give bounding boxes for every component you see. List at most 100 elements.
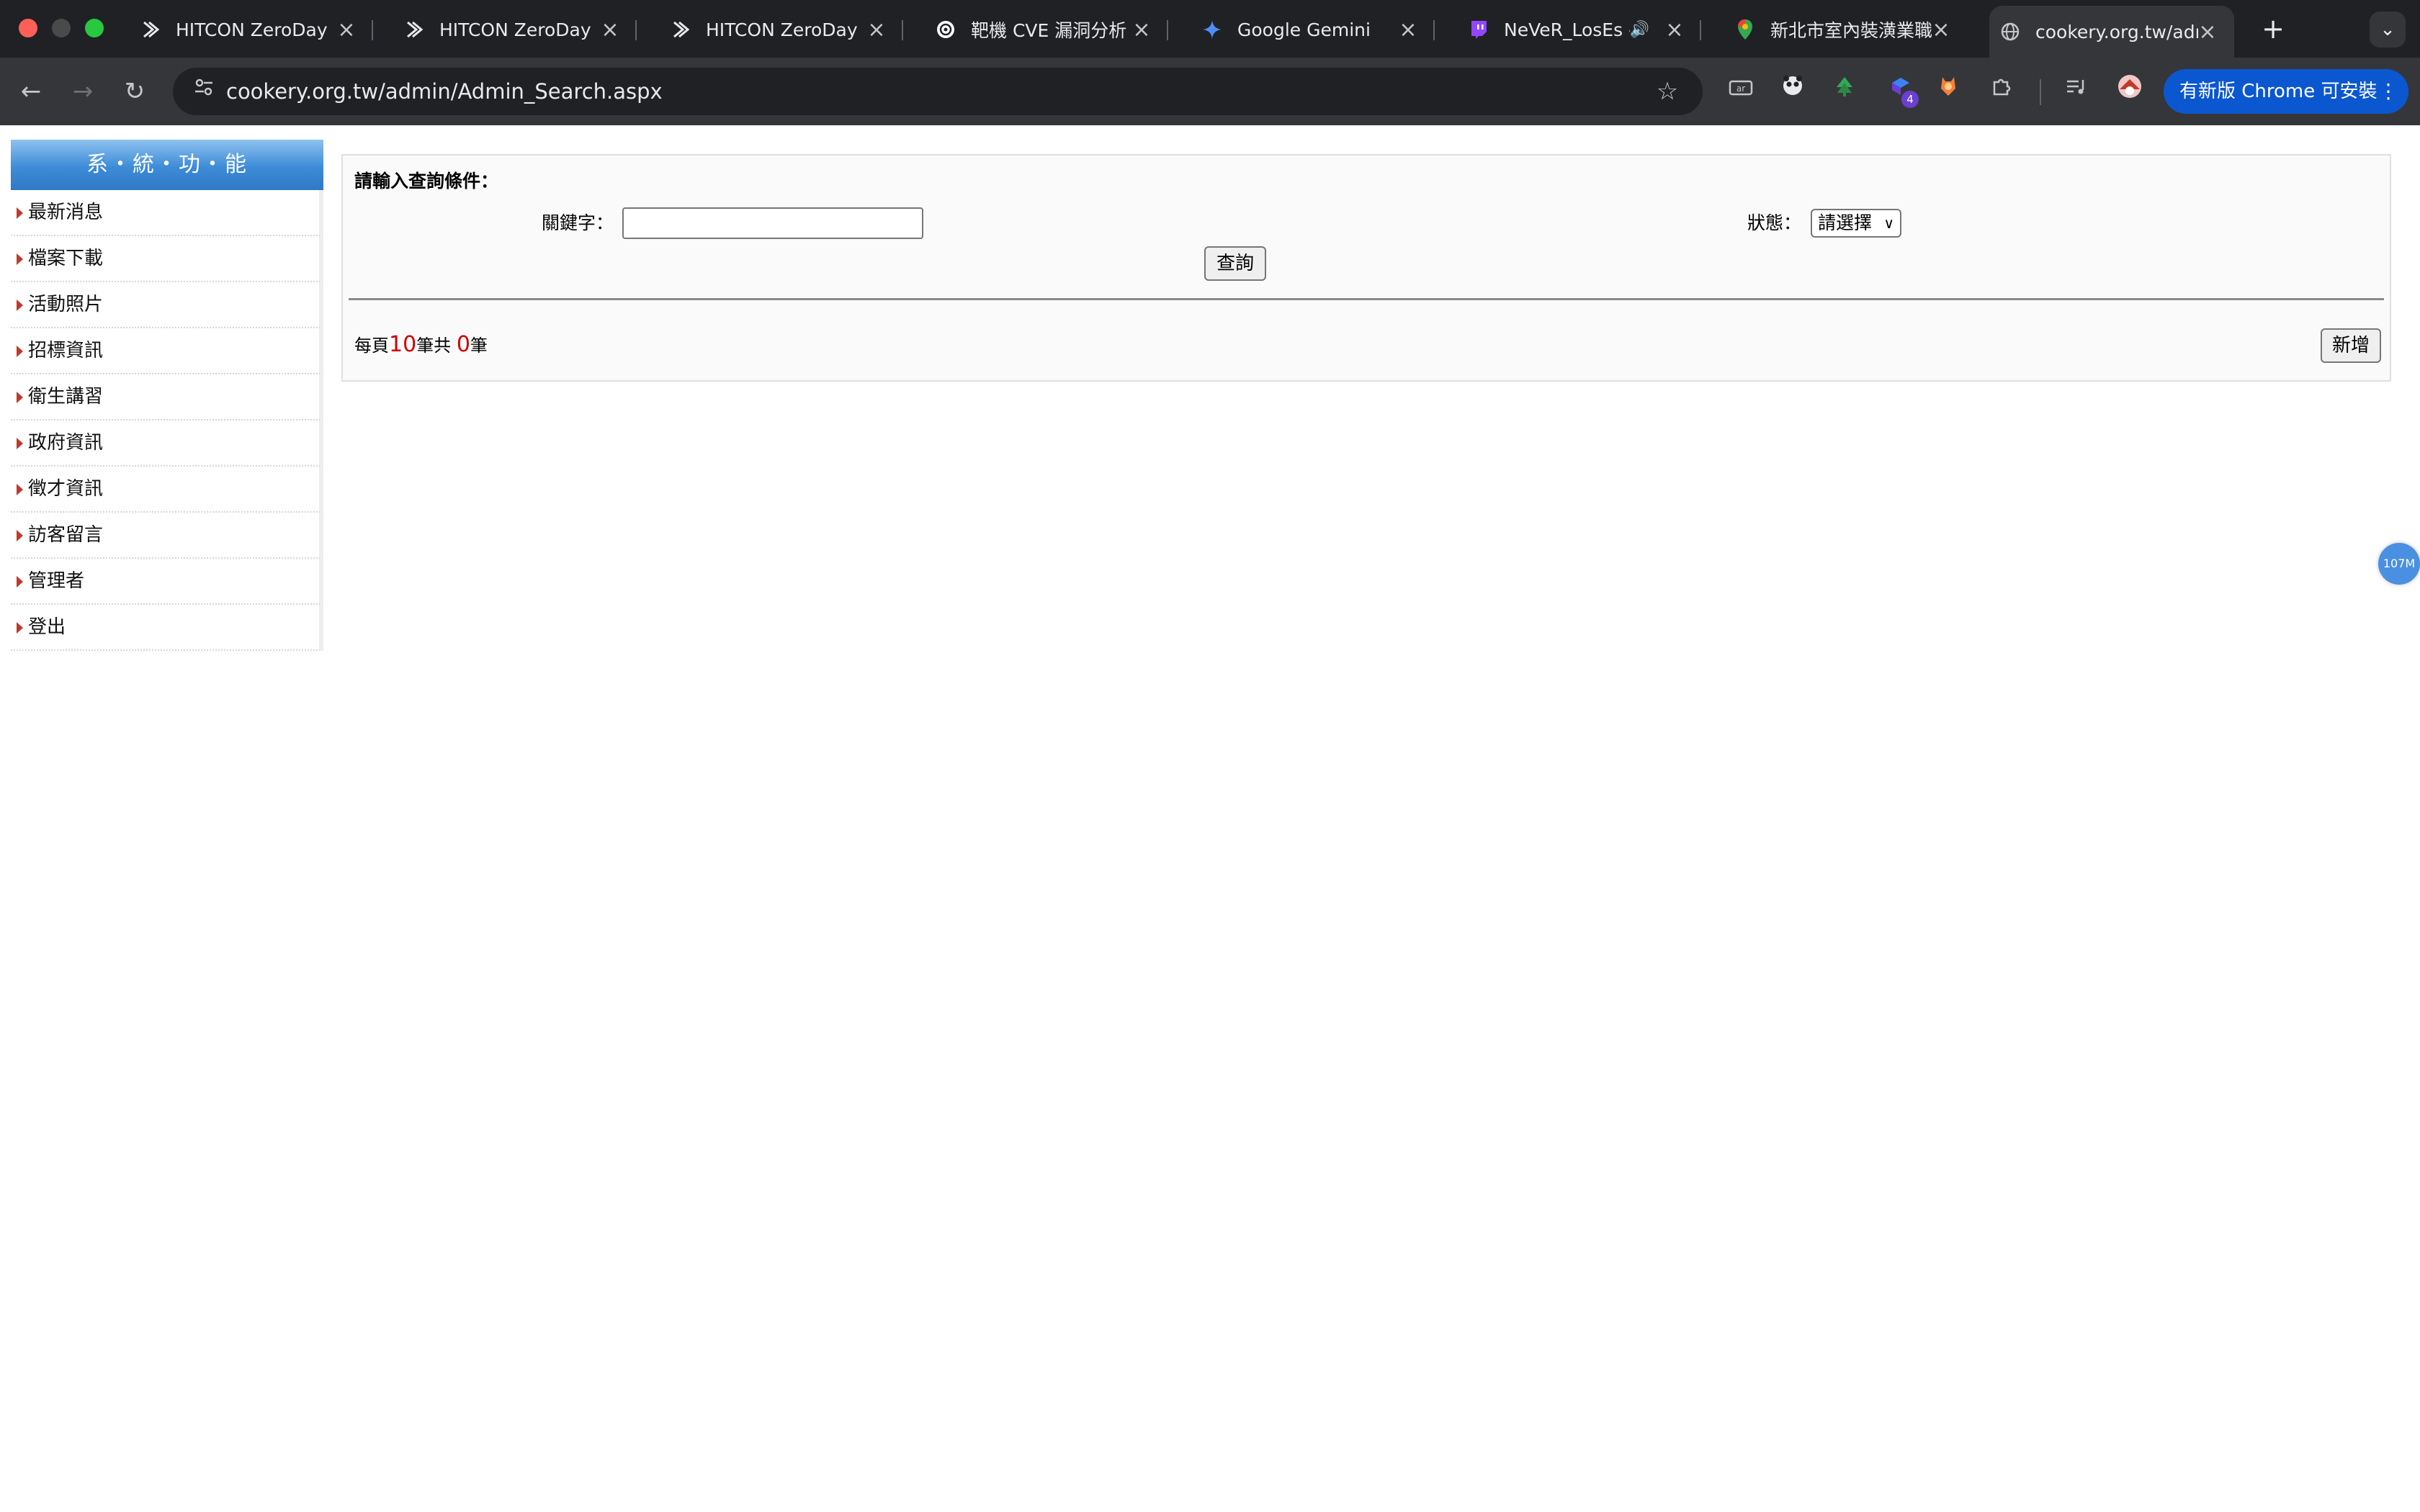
triangle-right-icon bbox=[17, 253, 23, 265]
sidebar-item-label: 徵才資訊 bbox=[28, 478, 104, 500]
tab-title: HITCON ZeroDay bbox=[439, 19, 591, 40]
sidebar-item-government-info[interactable]: 政府資訊 bbox=[11, 420, 323, 467]
new-tab-button[interactable]: + bbox=[2259, 10, 2287, 48]
tab-title: 靶機 CVE 漏洞分析 bbox=[971, 20, 1127, 41]
close-icon[interactable]: × bbox=[2198, 19, 2217, 45]
gemini-icon bbox=[1201, 19, 1223, 40]
sidebar-item-guestbook[interactable]: 訪客留言 bbox=[11, 513, 323, 559]
close-icon[interactable]: × bbox=[1399, 17, 1417, 42]
close-icon[interactable]: × bbox=[1932, 17, 1950, 42]
hitcon-icon bbox=[140, 19, 161, 40]
update-label: 有新版 Chrome 可安裝 bbox=[2179, 81, 2378, 102]
total-suffix: 筆 bbox=[470, 336, 488, 356]
triangle-right-icon bbox=[17, 207, 23, 219]
query-button[interactable]: 查詢 bbox=[1204, 246, 1266, 281]
close-icon[interactable]: × bbox=[337, 17, 356, 42]
sidebar-item-label: 政府資訊 bbox=[28, 432, 104, 454]
extension-fox-icon[interactable] bbox=[1930, 73, 1966, 109]
sidebar-item-recruitment[interactable]: 徵才資訊 bbox=[11, 467, 323, 513]
maps-pin-icon bbox=[1734, 19, 1756, 40]
extension-tree-icon[interactable] bbox=[1827, 73, 1863, 109]
hitcon-icon bbox=[670, 19, 691, 40]
browser-toolbar: ← → ↻ cookery.org.tw/admin/Admin_Search.… bbox=[0, 58, 2420, 125]
tab-title: HITCON ZeroDay bbox=[176, 19, 328, 40]
url-text[interactable]: cookery.org.tw/admin/Admin_Search.aspx bbox=[226, 68, 663, 115]
tab-google-gemini[interactable]: Google Gemini × bbox=[1191, 6, 1435, 53]
speaker-icon[interactable]: 🔊 bbox=[1630, 21, 1649, 39]
close-icon[interactable]: × bbox=[1665, 17, 1684, 42]
extensions-puzzle-icon[interactable] bbox=[1984, 73, 2020, 109]
extension-badge-count: 4 bbox=[1901, 91, 1919, 108]
tab-separator bbox=[372, 20, 373, 40]
search-title: 請輸入查詢條件： bbox=[354, 171, 499, 192]
per-page-prefix: 每頁 bbox=[354, 336, 389, 356]
triangle-right-icon bbox=[17, 530, 23, 541]
total-count: 0 bbox=[456, 332, 470, 357]
floating-memory-badge[interactable]: 107M bbox=[2378, 543, 2420, 585]
keyword-label: 關鍵字： bbox=[542, 212, 614, 233]
tab-new-taipei-decoration[interactable]: 新北市室內裝潢業職 × bbox=[1724, 6, 1968, 53]
triangle-right-icon bbox=[17, 622, 23, 634]
sidebar-item-news[interactable]: 最新消息 bbox=[11, 190, 323, 236]
keyword-input[interactable] bbox=[622, 207, 923, 239]
sidebar-item-label: 管理者 bbox=[28, 570, 85, 592]
tab-hitcon-1[interactable]: HITCON ZeroDay × bbox=[130, 6, 373, 53]
window-maximize-button[interactable] bbox=[85, 19, 104, 37]
close-icon[interactable]: × bbox=[867, 17, 886, 42]
tab-twitch-stream[interactable]: NeVeR_LosEs - 🔊 × bbox=[1458, 6, 1701, 53]
sidebar-item-administrators[interactable]: 管理者 bbox=[11, 559, 323, 605]
extension-shapes-icon[interactable]: 4 bbox=[1883, 73, 1919, 109]
sidebar-item-downloads[interactable]: 檔案下載 bbox=[11, 236, 323, 282]
tab-title: cookery.org.tw/adm bbox=[2035, 21, 2198, 42]
triangle-right-icon bbox=[17, 438, 23, 449]
sidebar-item-label: 登出 bbox=[28, 616, 66, 638]
twitch-icon bbox=[1468, 19, 1489, 40]
total-prefix: 筆共 bbox=[416, 336, 452, 356]
more-vertical-icon[interactable]: ⋮ bbox=[2378, 69, 2398, 114]
per-page-count: 10 bbox=[389, 332, 417, 357]
sidebar-header: 系・統・功・能 bbox=[11, 140, 323, 190]
sidebar-item-label: 最新消息 bbox=[28, 202, 104, 223]
window-close-button[interactable] bbox=[19, 19, 37, 37]
system-sidebar: 系・統・功・能 最新消息 檔案下載 活動照片 招標資訊 衛生講習 政府資訊 徵才… bbox=[11, 140, 323, 651]
openai-icon bbox=[935, 19, 956, 40]
media-controls-icon[interactable] bbox=[2058, 73, 2094, 109]
tab-cookery-admin[interactable]: cookery.org.tw/adm × bbox=[1989, 6, 2234, 58]
site-settings-icon[interactable] bbox=[189, 76, 219, 107]
status-select[interactable]: 請選擇 ∨ bbox=[1811, 209, 1901, 238]
sidebar-item-hygiene-training[interactable]: 衛生講習 bbox=[11, 374, 323, 420]
sidebar-item-tenders[interactable]: 招標資訊 bbox=[11, 328, 323, 374]
sidebar-item-label: 活動照片 bbox=[28, 294, 104, 315]
tab-hitcon-2[interactable]: HITCON ZeroDay × bbox=[393, 6, 637, 53]
tab-cve-analysis[interactable]: 靶機 CVE 漏洞分析 × bbox=[925, 6, 1168, 53]
chrome-update-button[interactable]: 有新版 Chrome 可安裝 ⋮ bbox=[2164, 69, 2408, 114]
tab-search-chevron-down-icon[interactable]: ⌄ bbox=[2370, 12, 2406, 48]
extension-translate-icon[interactable]: ar bbox=[1723, 73, 1759, 109]
window-minimize-button[interactable] bbox=[52, 19, 71, 37]
add-button[interactable]: 新增 bbox=[2321, 328, 2381, 363]
sidebar-item-label: 招標資訊 bbox=[28, 340, 104, 361]
close-icon[interactable]: × bbox=[1132, 17, 1151, 42]
back-arrow-icon[interactable]: ← bbox=[13, 73, 49, 109]
address-bar[interactable]: cookery.org.tw/admin/Admin_Search.aspx ☆ bbox=[173, 68, 1703, 115]
sidebar-item-logout[interactable]: 登出 bbox=[11, 605, 323, 651]
profile-avatar[interactable] bbox=[2112, 73, 2148, 109]
tab-strip: HITCON ZeroDay × HITCON ZeroDay × HITCON… bbox=[0, 0, 2420, 58]
triangle-right-icon bbox=[17, 484, 23, 495]
tab-hitcon-3[interactable]: HITCON ZeroDay × bbox=[660, 6, 903, 53]
reload-icon[interactable]: ↻ bbox=[117, 73, 153, 109]
svg-text:ar: ar bbox=[1736, 84, 1745, 94]
forward-arrow-icon[interactable]: → bbox=[65, 73, 101, 109]
tab-separator bbox=[1700, 20, 1701, 40]
sidebar-item-photos[interactable]: 活動照片 bbox=[11, 282, 323, 328]
close-icon[interactable]: × bbox=[601, 17, 619, 42]
paging-summary: 每頁10筆共 0筆 bbox=[354, 331, 488, 357]
tab-title: NeVeR_LosEs - bbox=[1504, 19, 1630, 40]
tab-title: Google Gemini bbox=[1237, 19, 1371, 40]
extension-panda-icon[interactable] bbox=[1775, 73, 1811, 109]
tab-separator bbox=[1167, 20, 1168, 40]
sidebar-item-label: 衛生講習 bbox=[28, 386, 104, 408]
triangle-right-icon bbox=[17, 392, 23, 403]
bookmark-star-icon[interactable]: ☆ bbox=[1651, 75, 1684, 108]
tab-separator bbox=[1433, 20, 1435, 40]
